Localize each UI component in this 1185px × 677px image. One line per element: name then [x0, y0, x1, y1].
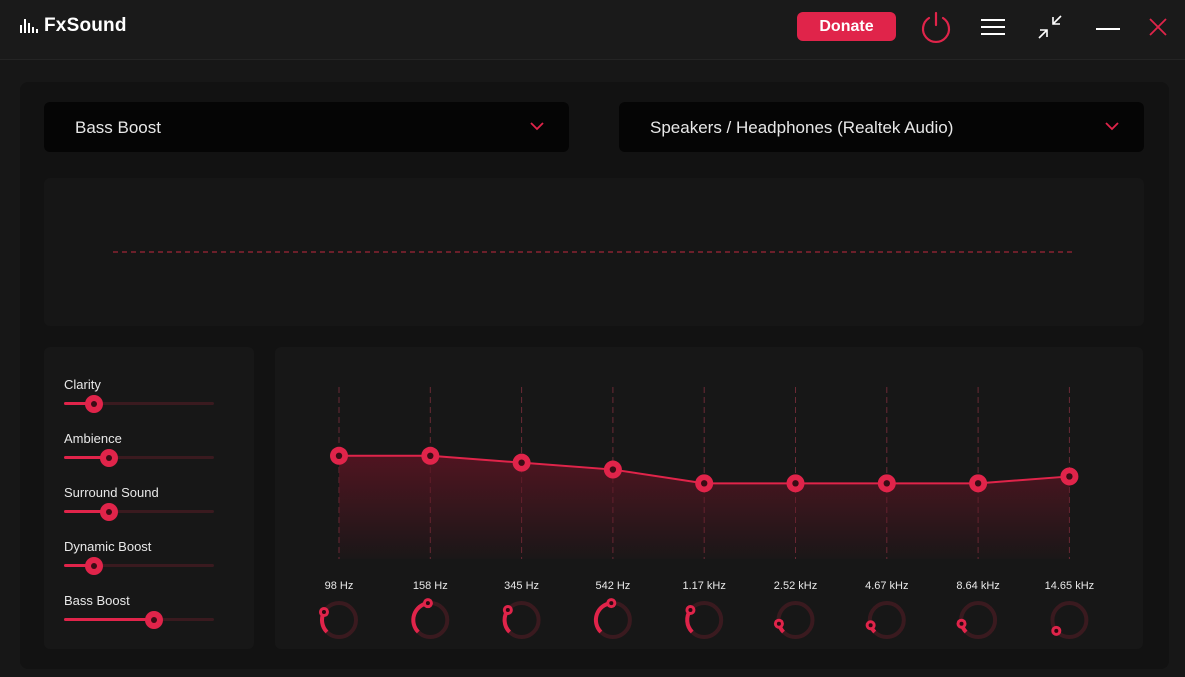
equalizer-panel: 98 Hz 158 Hz 345 Hz 542 Hz 1.17 kHz 2.52 kHz 4…: [275, 347, 1143, 649]
title-bar: FxSound Donate: [0, 0, 1185, 60]
eq-band-label: 2.52 kHz: [773, 580, 818, 592]
eq-band-label: 98 Hz: [324, 580, 354, 592]
eq-knob-indicator-dot: [321, 610, 326, 615]
eq-band-label: 542 Hz: [595, 580, 631, 592]
close-button[interactable]: [1140, 9, 1176, 45]
effect-slider[interactable]: [64, 557, 214, 575]
effect-slider[interactable]: [64, 449, 214, 467]
effect-label: Clarity: [64, 377, 101, 392]
chevron-down-icon: [1105, 122, 1119, 131]
eq-knob-indicator-dot: [868, 623, 873, 628]
eq-knob-indicator-dot: [959, 621, 964, 626]
app-logo: FxSound: [20, 15, 127, 37]
power-icon: [921, 11, 951, 43]
equalizer-graph: [318, 387, 1089, 639]
effect-slider[interactable]: [64, 395, 214, 413]
effect-slider-handle[interactable]: [85, 395, 103, 413]
eq-band-handle-dot: [1066, 473, 1073, 480]
effect-slider[interactable]: [64, 503, 214, 521]
effect-slider-handle[interactable]: [145, 611, 163, 629]
eq-band-handle-dot: [701, 480, 708, 487]
eq-band-handle-dot: [609, 466, 617, 473]
power-button[interactable]: [918, 9, 954, 45]
audio-visualizer: [44, 178, 1144, 326]
effect-label: Bass Boost: [64, 593, 130, 608]
effect-slider-handle[interactable]: [100, 503, 118, 521]
eq-band-label: 8.64 kHz: [956, 580, 1000, 592]
eq-band-label: 345 Hz: [504, 580, 540, 592]
effect-slider-handle[interactable]: [85, 557, 103, 575]
menu-button[interactable]: [975, 9, 1011, 45]
minimize-view-button[interactable]: [1032, 9, 1068, 45]
eq-knob-indicator-dot: [609, 601, 614, 606]
eq-band-label: 158 Hz: [412, 580, 448, 592]
app-title: FxSound: [44, 15, 127, 36]
eq-band-label: 1.17 kHz: [682, 580, 726, 592]
eq-band-handle-dot: [974, 480, 982, 487]
close-icon: [1149, 18, 1167, 36]
output-device-dropdown[interactable]: Speakers / Headphones (Realtek Audio): [619, 102, 1144, 152]
eq-knob-indicator-dot: [505, 608, 510, 613]
eq-band-handle-dot: [518, 459, 525, 466]
eq-knob-indicator-dot: [1054, 628, 1059, 633]
minimize-icon: [1096, 28, 1120, 30]
chevron-down-icon: [530, 122, 544, 131]
minimize-button[interactable]: [1090, 9, 1126, 45]
minimize-view-icon: [1038, 15, 1062, 39]
eq-band-label: 4.67 kHz: [865, 580, 909, 592]
effect-label: Surround Sound: [64, 485, 159, 500]
eq-knob-indicator-dot: [688, 608, 693, 613]
preset-selected-label: Bass Boost: [75, 118, 161, 137]
eq-band-handle-dot: [335, 452, 343, 459]
menu-icon: [981, 19, 1005, 35]
eq-band-label: 14.65 kHz: [1044, 580, 1095, 592]
logo-bars-icon: [20, 19, 40, 33]
effect-slider-fill: [64, 618, 154, 621]
eq-band-handle-dot: [792, 480, 799, 487]
eq-band-handle-dot: [427, 452, 434, 459]
eq-band-handle-dot: [883, 480, 890, 487]
donate-button[interactable]: Donate: [797, 12, 896, 41]
visualizer-baseline: [113, 251, 1074, 253]
eq-knob-indicator-dot: [776, 621, 781, 626]
effects-panel: Clarity Ambience Surround Sound Dynamic Boo…: [44, 347, 254, 649]
effect-slider[interactable]: [64, 611, 214, 629]
preset-dropdown[interactable]: Bass Boost: [44, 102, 569, 152]
eq-knob-indicator-dot: [425, 601, 430, 606]
eq-knob-track[interactable]: [320, 601, 358, 639]
effect-label: Dynamic Boost: [64, 539, 152, 554]
effect-label: Ambience: [64, 431, 122, 446]
output-device-selected-label: Speakers / Headphones (Realtek Audio): [650, 118, 954, 137]
effect-slider-handle[interactable]: [100, 449, 118, 467]
